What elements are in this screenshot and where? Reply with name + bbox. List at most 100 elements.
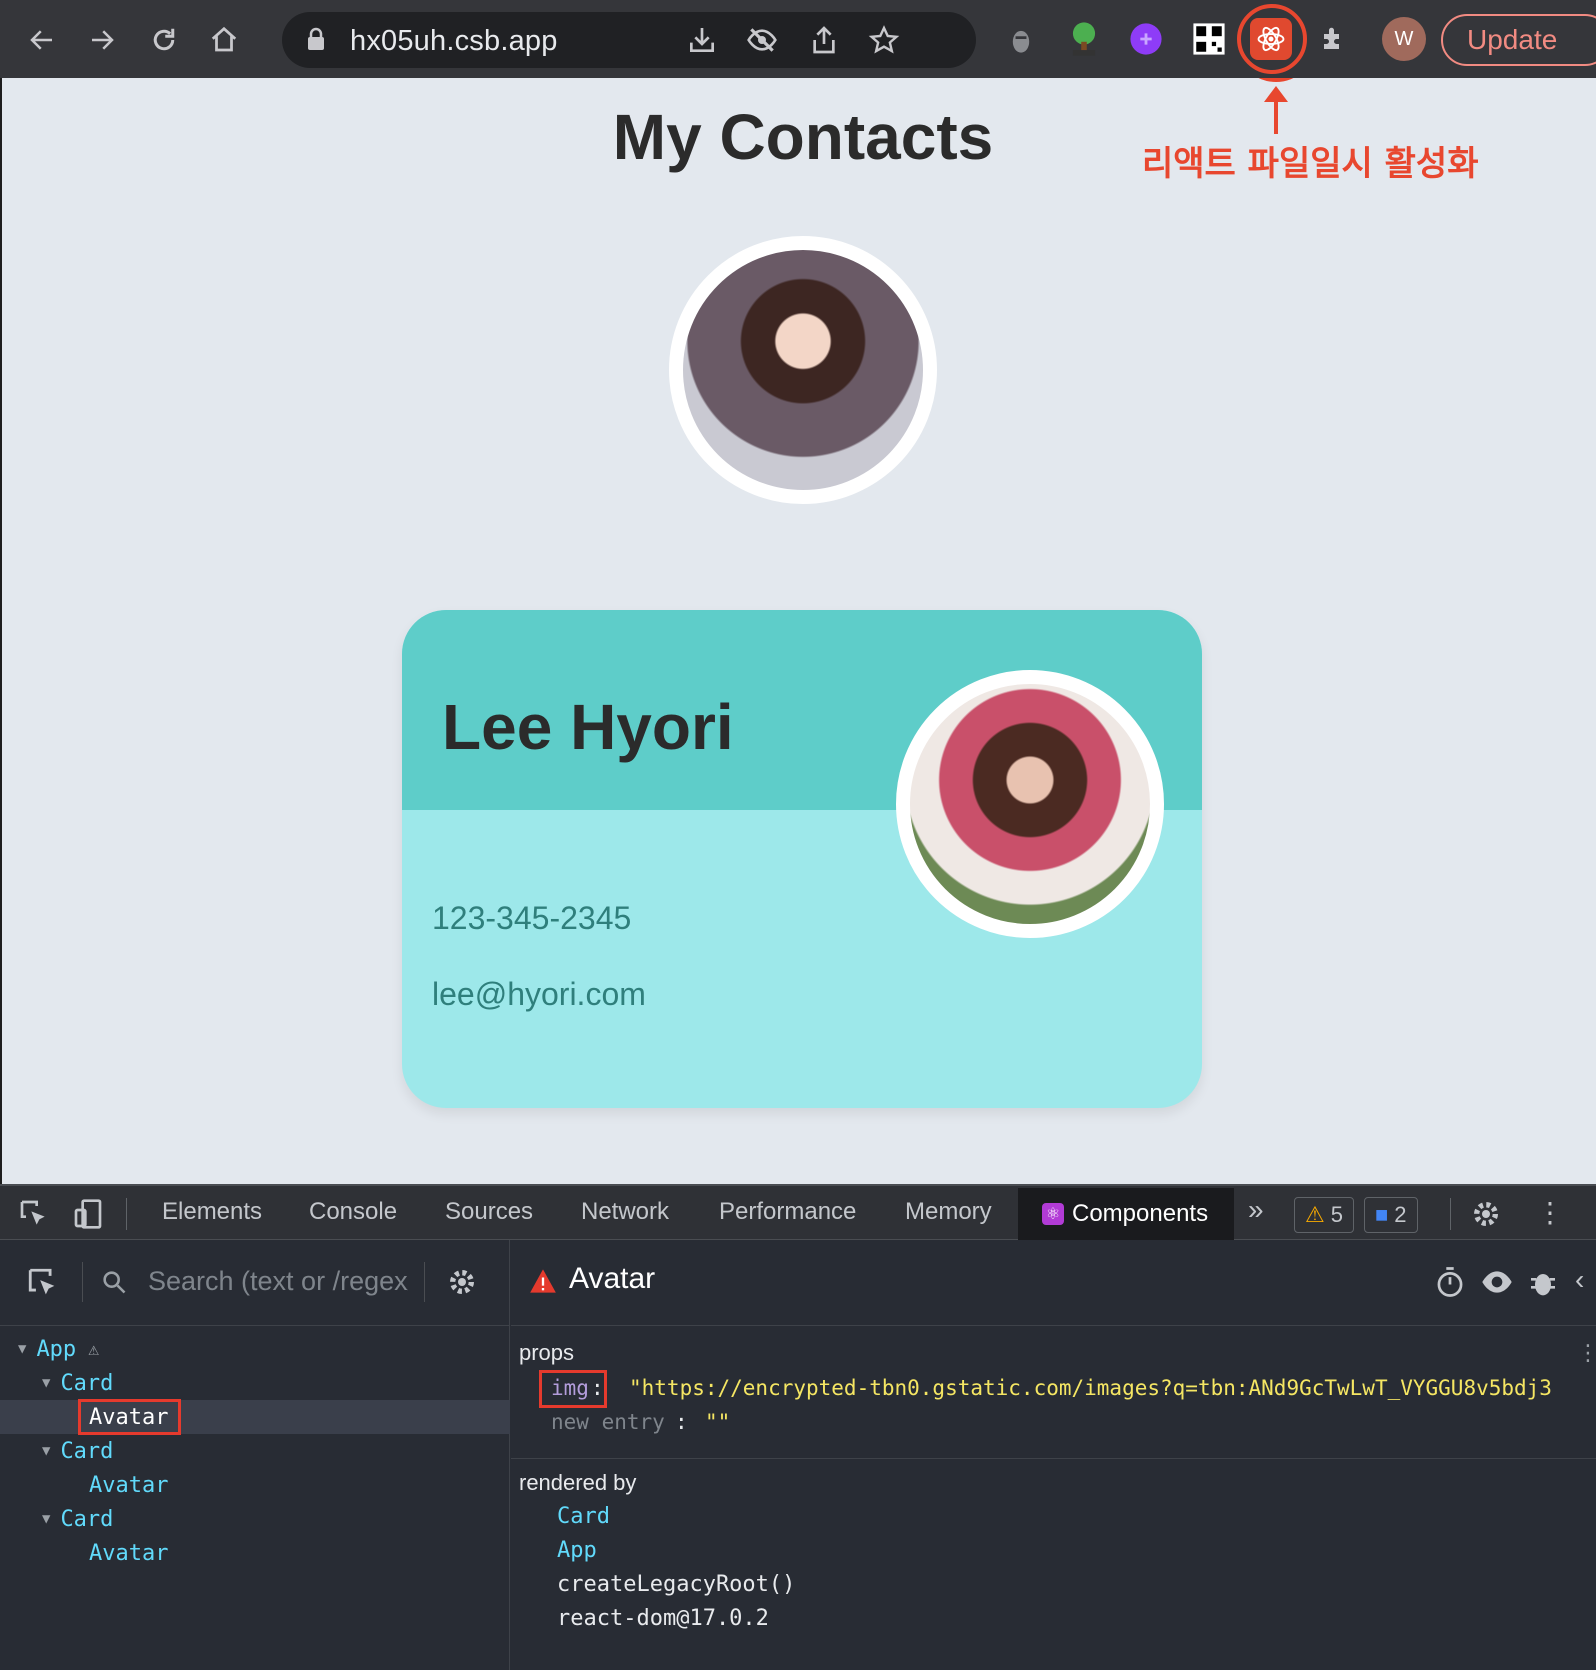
tree-node-label: Card xyxy=(60,1438,114,1464)
component-tree-panel: Search (text or /regex/) ▼ App ⚠ ▼ Card … xyxy=(0,1240,510,1670)
settings-gear-icon[interactable] xyxy=(1470,1198,1502,1235)
annotation-highlight-box xyxy=(539,1370,607,1408)
bug-extension-icon[interactable] xyxy=(1000,18,1042,60)
tree-node-card[interactable]: ▼ Card xyxy=(42,1434,113,1468)
forward-icon[interactable] xyxy=(78,14,126,66)
message-icon: ■ xyxy=(1375,1202,1389,1227)
tabbar-divider xyxy=(126,1198,127,1230)
back-icon[interactable] xyxy=(18,14,66,66)
browser-toolbar: hx05uh.csb.app W Update xyxy=(0,0,1596,78)
tree-node-card[interactable]: ▼ Card xyxy=(42,1366,113,1400)
search-icon xyxy=(100,1268,128,1301)
new-entry-key[interactable]: new entry xyxy=(551,1410,665,1434)
annotation-text: 리액트 파일일시 활성화 xyxy=(1142,144,1479,184)
devtools-tabbar: Elements Console Sources Network Perform… xyxy=(0,1184,1596,1240)
expand-triangle-icon[interactable]: ▼ xyxy=(42,1375,50,1391)
view-source-icon[interactable]: ‹ xyxy=(1575,1264,1584,1296)
tab-memory[interactable]: Memory xyxy=(905,1198,992,1226)
more-tabs-chevron-icon[interactable]: » xyxy=(1248,1194,1264,1226)
stopwatch-icon[interactable] xyxy=(1435,1266,1465,1303)
props-label: props xyxy=(519,1340,575,1365)
tree-node-card[interactable]: ▼ Card xyxy=(42,1502,113,1536)
prop-value[interactable]: "https://encrypted-tbn0.gstatic.com/imag… xyxy=(629,1376,1552,1400)
tree-node-avatar[interactable]: Avatar xyxy=(89,1468,168,1502)
page-viewport: My Contacts 리액트 파일일시 활성화 Lee Hyori 123-3… xyxy=(2,78,1596,1184)
contact-card: Lee Hyori 123-345-2345 lee@hyori.com xyxy=(402,610,1202,1108)
component-search-input[interactable]: Search (text or /regex/) xyxy=(148,1266,408,1297)
profile-avatar[interactable]: W xyxy=(1382,17,1426,61)
rendered-by-react-dom: react-dom@17.0.2 xyxy=(557,1606,769,1631)
contact-avatar-image xyxy=(669,236,937,504)
annotation-arrow-icon xyxy=(1264,86,1288,134)
details-header: Avatar ‹ xyxy=(511,1240,1596,1326)
annotation-highlight-box xyxy=(78,1399,181,1435)
tab-performance[interactable]: Performance xyxy=(719,1198,856,1226)
tree-search-bar: Search (text or /regex/) xyxy=(0,1240,510,1326)
new-entry-colon: : xyxy=(675,1410,688,1434)
react-icon: ⚛ xyxy=(1042,1203,1064,1225)
contact-phone: 123-345-2345 xyxy=(432,900,632,936)
tree-node-avatar[interactable]: Avatar xyxy=(89,1536,168,1570)
update-button[interactable]: Update xyxy=(1441,14,1596,66)
url-text: hx05uh.csb.app xyxy=(350,25,558,57)
device-toolbar-icon[interactable] xyxy=(72,1198,104,1235)
warning-triangle-icon xyxy=(529,1268,557,1299)
warning-icon: ⚠ xyxy=(88,1338,100,1360)
inspect-element-icon[interactable] xyxy=(18,1198,50,1235)
contact-email: lee@hyori.com xyxy=(432,976,646,1012)
html-tree-extension-icon[interactable] xyxy=(1063,18,1105,60)
tree-node-label: Card xyxy=(60,1370,114,1396)
tree-node-label: Avatar xyxy=(89,1540,169,1566)
search-divider xyxy=(82,1262,83,1302)
search-divider xyxy=(424,1262,425,1302)
props-more-icon[interactable]: ⋮ xyxy=(1577,1340,1596,1366)
new-entry-value[interactable]: "" xyxy=(705,1410,730,1434)
tree-node-label: Avatar xyxy=(89,1472,169,1498)
address-bar[interactable]: hx05uh.csb.app xyxy=(282,12,976,68)
tree-node-label: App xyxy=(36,1336,77,1362)
component-details-panel: Avatar ‹ props img : "https://encrypted-… xyxy=(511,1240,1596,1670)
devtools-panel: Elements Console Sources Network Perform… xyxy=(0,1184,1596,1670)
card-avatar-image xyxy=(896,670,1164,938)
purple-extension-icon[interactable] xyxy=(1125,18,1167,60)
install-icon[interactable] xyxy=(686,24,718,61)
annotation-highlight-circle xyxy=(1237,4,1307,74)
tree-node-label: Card xyxy=(60,1506,114,1532)
update-button-label: Update xyxy=(1467,24,1558,55)
tab-network[interactable]: Network xyxy=(581,1198,669,1226)
tree-settings-gear-icon[interactable] xyxy=(446,1266,478,1303)
tab-components[interactable]: ⚛ Components xyxy=(1018,1188,1234,1240)
tracking-blocked-icon[interactable] xyxy=(746,24,778,61)
tree-node-app[interactable]: ▼ App ⚠ xyxy=(18,1332,99,1366)
expand-triangle-icon[interactable]: ▼ xyxy=(42,1443,50,1459)
tab-sources[interactable]: Sources xyxy=(445,1198,533,1226)
debug-bug-icon[interactable] xyxy=(1529,1266,1557,1303)
select-component-icon[interactable] xyxy=(26,1266,60,1305)
rendered-by-card[interactable]: Card xyxy=(557,1504,610,1529)
reload-icon[interactable] xyxy=(140,14,188,66)
rendered-by-label: rendered by xyxy=(519,1470,637,1495)
warning-icon: ⚠ xyxy=(1305,1202,1325,1227)
qr-code-extension-icon[interactable] xyxy=(1188,18,1230,60)
eye-icon[interactable] xyxy=(1481,1268,1513,1301)
messages-badge[interactable]: ■ 2 xyxy=(1364,1197,1418,1233)
more-options-icon[interactable]: ⋮ xyxy=(1536,1196,1564,1229)
lock-icon xyxy=(306,27,326,56)
tab-console[interactable]: Console xyxy=(309,1198,397,1226)
share-icon[interactable] xyxy=(808,24,840,61)
extensions-puzzle-icon[interactable] xyxy=(1313,18,1355,60)
rendered-by-app[interactable]: App xyxy=(557,1538,597,1563)
bookmark-star-icon[interactable] xyxy=(868,24,900,61)
expand-triangle-icon[interactable]: ▼ xyxy=(18,1341,26,1357)
expand-triangle-icon[interactable]: ▼ xyxy=(42,1511,50,1527)
home-icon[interactable] xyxy=(200,14,248,66)
selected-component-title: Avatar xyxy=(569,1262,656,1295)
tab-elements[interactable]: Elements xyxy=(162,1198,262,1226)
props-divider xyxy=(511,1458,1596,1459)
messages-count: 2 xyxy=(1394,1202,1407,1227)
rendered-by-root: createLegacyRoot() xyxy=(557,1572,796,1597)
tab-components-label: Components xyxy=(1072,1200,1209,1227)
contact-name: Lee Hyori xyxy=(442,691,734,763)
warnings-badge[interactable]: ⚠ 5 xyxy=(1294,1197,1354,1233)
warnings-count: 5 xyxy=(1330,1202,1343,1227)
